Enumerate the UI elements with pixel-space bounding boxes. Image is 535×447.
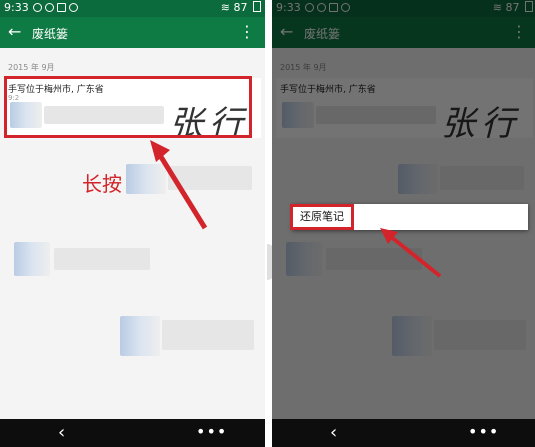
phone-screen-right: 9:33 ≋ 87 ← 废纸篓 ⋮ 2015 年 9月 手写位于梅州市, 广东省… bbox=[272, 0, 535, 447]
screenshot-divider bbox=[265, 0, 272, 447]
navigation-bar: ‹ ••• bbox=[272, 419, 535, 447]
phone-screen-left: 9:33 ≋ 87 ← 废纸篓 ⋮ 2015 年 9月 手写位于梅州市, 广东省… bbox=[0, 0, 265, 447]
nav-more-icon[interactable]: ••• bbox=[468, 422, 499, 441]
nav-back-icon[interactable]: ‹ bbox=[58, 422, 65, 443]
annotation-arrow bbox=[380, 228, 442, 278]
nav-back-icon[interactable]: ‹ bbox=[330, 422, 337, 443]
nav-more-icon[interactable]: ••• bbox=[196, 422, 227, 441]
annotation-arrow bbox=[150, 140, 208, 230]
navigation-bar: ‹ ••• bbox=[0, 419, 265, 447]
